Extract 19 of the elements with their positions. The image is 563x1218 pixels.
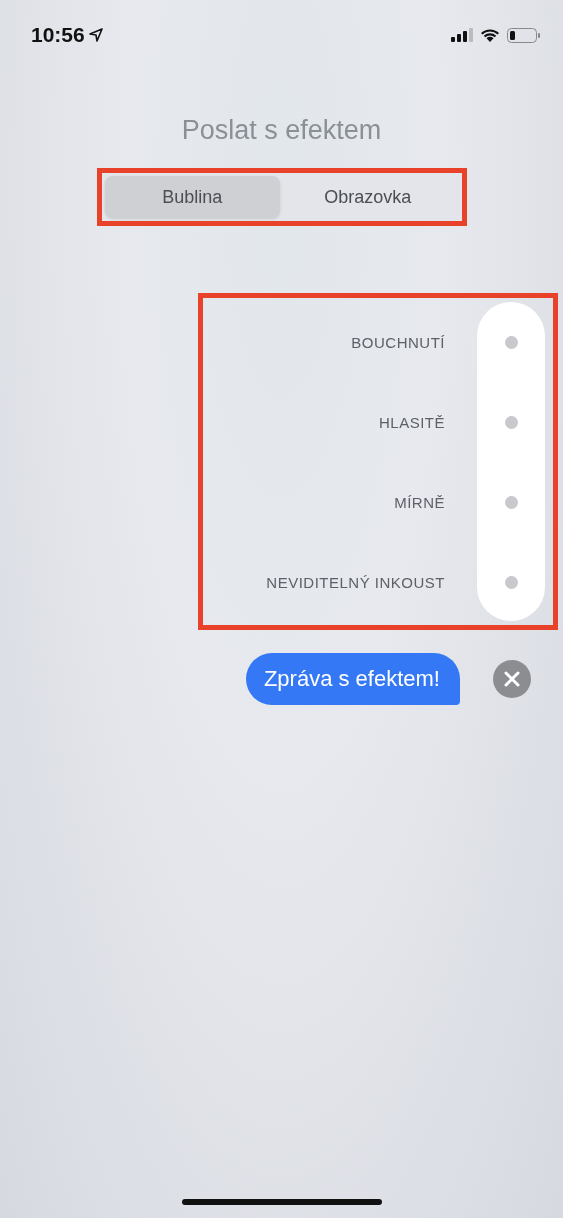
close-icon (504, 671, 520, 687)
status-time: 10:56 (31, 23, 85, 47)
battery-icon (507, 27, 541, 43)
effect-dot[interactable] (504, 575, 518, 589)
location-arrow-icon (88, 28, 103, 42)
effect-dot[interactable] (504, 335, 518, 349)
segment-tab[interactable]: Obrazovka (280, 176, 456, 218)
effect-label[interactable]: MÍRNĚ (394, 493, 445, 511)
effect-label[interactable]: BOUCHNUTÍ (351, 333, 445, 351)
signal-icon (451, 28, 473, 42)
screen-title: Poslat s efektem (181, 114, 382, 147)
segment-tab[interactable]: Bublina (104, 176, 280, 218)
close-button[interactable] (493, 660, 531, 698)
effect-dot[interactable] (504, 495, 518, 509)
effect-dot[interactable] (504, 415, 518, 429)
message-bubble: Zpráva s efektem! (245, 653, 460, 705)
effect-label[interactable]: NEVIDITELNÝ INKOUST (266, 573, 445, 591)
wifi-icon (480, 27, 500, 43)
effect-label[interactable]: HLASITĚ (378, 413, 445, 431)
